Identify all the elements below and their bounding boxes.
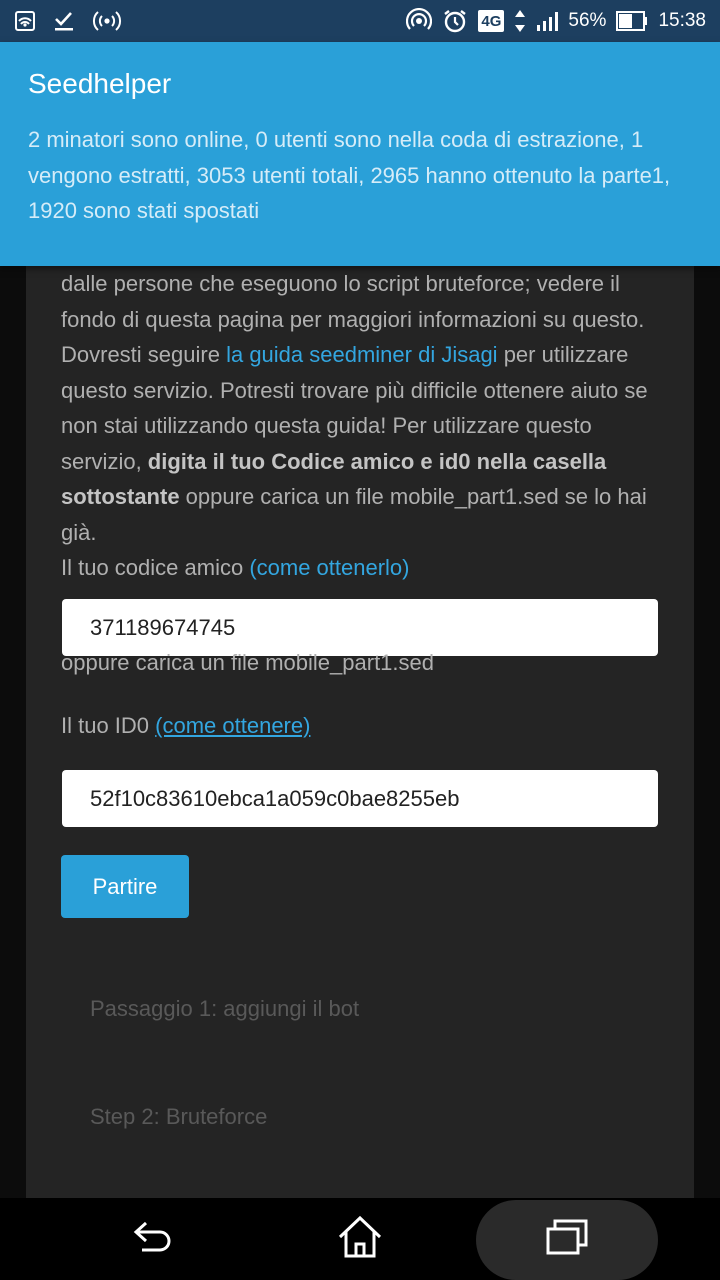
- intro-paragraph: dalle persone che eseguono lo script bru…: [61, 266, 660, 550]
- clock: 15:38: [658, 10, 706, 31]
- step-2-title: Step 2: Bruteforce: [90, 1104, 268, 1129]
- home-button[interactable]: [270, 1198, 450, 1280]
- submit-button[interactable]: Partire: [61, 855, 189, 918]
- navigation-bar: [0, 1198, 720, 1280]
- step-1-title: Passaggio 1: aggiungi il bot: [90, 996, 360, 1021]
- friend-code-label-text: Il tuo codice amico: [61, 555, 250, 580]
- app-title: Seedhelper: [28, 68, 172, 99]
- home-icon: [337, 1215, 383, 1264]
- upload-part1-link[interactable]: oppure carica un file mobile_part1.sed: [61, 650, 434, 676]
- seedminer-guide-link[interactable]: la guida seedminer di Jisagi: [226, 342, 498, 367]
- id0-help-link[interactable]: (come ottenere): [155, 713, 310, 738]
- signal-icon: [536, 8, 559, 34]
- app-header: Seedhelper 2 minatori sono online, 0 ute…: [0, 42, 720, 266]
- recents-icon: [545, 1217, 589, 1262]
- back-icon: [132, 1217, 176, 1262]
- network-type-icon: 4G: [478, 10, 505, 32]
- id0-label: Il tuo ID0 (come ottenere): [61, 713, 310, 739]
- step-3-card[interactable]: [26, 1172, 694, 1198]
- id0-label-text: Il tuo ID0: [61, 713, 156, 738]
- stats-text: 2 minatori sono online, 0 utenti sono ne…: [28, 127, 671, 223]
- back-button[interactable]: [64, 1198, 244, 1280]
- page-content[interactable]: dalle persone che eseguono lo script bru…: [0, 266, 720, 1198]
- recents-button[interactable]: [477, 1198, 657, 1280]
- hotspot-icon: [92, 8, 122, 34]
- step-1-card[interactable]: Passaggio 1: aggiungi il bot: [26, 956, 694, 1062]
- friend-code-help-link[interactable]: (come ottenerlo): [249, 555, 409, 580]
- friend-code-value: 371189674745: [90, 614, 236, 640]
- id0-value: 52f10c83610ebca1a059c0bae8255eb: [90, 785, 460, 811]
- battery-icon: [616, 8, 648, 34]
- wifi-signal-icon: [406, 8, 433, 34]
- battery-percent: 56%: [568, 10, 607, 31]
- id0-input[interactable]: 52f10c83610ebca1a059c0bae8255eb: [62, 770, 658, 827]
- friend-code-label: Il tuo codice amico (come ottenerlo): [61, 550, 660, 586]
- nfc-icon: [14, 8, 36, 34]
- check-download-icon: [52, 8, 76, 34]
- status-bar: 4G 56% 15:38: [0, 0, 720, 42]
- step-2-card[interactable]: Step 2: Bruteforce: [26, 1064, 694, 1170]
- alarm-icon: [442, 8, 468, 34]
- data-arrows-icon: [514, 8, 526, 34]
- friend-code-input[interactable]: 371189674745: [62, 599, 658, 656]
